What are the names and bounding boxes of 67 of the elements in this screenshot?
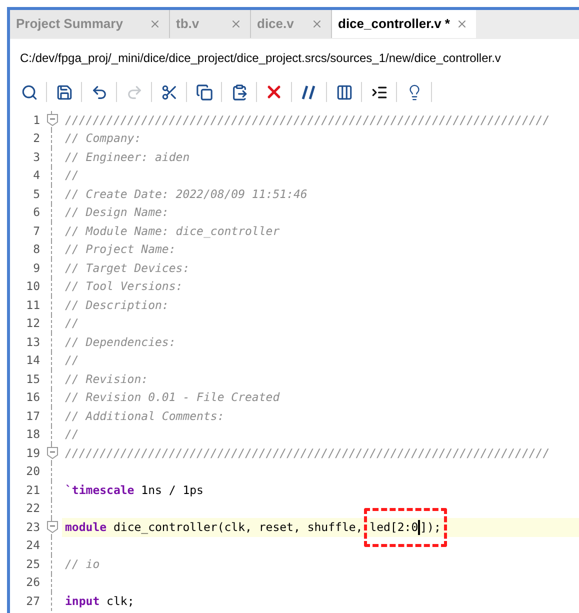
code-comment: // Dependencies: bbox=[65, 334, 176, 349]
code-comment: ////////////////////////////////////////////////////////////////////// bbox=[65, 446, 550, 460]
code-comment: // bbox=[65, 353, 79, 368]
editor-tab[interactable]: dice_controller.v * bbox=[332, 10, 476, 38]
code-text: 1ns / 1ps bbox=[140, 482, 204, 497]
code-comment: // Company: bbox=[65, 131, 142, 146]
line-number: 9 bbox=[32, 260, 41, 277]
line-number: 7 bbox=[32, 222, 41, 240]
code-comment: // bbox=[65, 427, 79, 442]
line-number: 6 bbox=[32, 204, 41, 222]
editor-tab[interactable]: Project Summary bbox=[10, 10, 170, 38]
line-number: 12 bbox=[25, 315, 41, 332]
line-number: 1 bbox=[32, 112, 41, 129]
code-comment: ////////////////////////////////////////////////////////////////////// bbox=[65, 112, 550, 127]
code-comment: // Module Name: dice_controller bbox=[65, 224, 280, 238]
line-number: 5 bbox=[32, 186, 41, 203]
line-number: 20 bbox=[25, 463, 41, 480]
line-number: 17 bbox=[25, 408, 41, 425]
code-comment: // Additional Comments: bbox=[65, 408, 224, 423]
code-comment: // Description: bbox=[65, 298, 169, 312]
line-number: 26 bbox=[25, 574, 41, 592]
fold-icon[interactable] bbox=[46, 114, 58, 126]
line-number: 27 bbox=[25, 592, 41, 610]
code-keyword: `timescale bbox=[65, 482, 134, 497]
code-comment: // Create Date: 2022/08/09 11:51:46 bbox=[65, 186, 308, 201]
file-path: C:/dev/fpga_proj/_mini/dice/dice_project/dice_project.srcs/sources_1/new/dice_controller.v bbox=[19, 50, 502, 67]
line-number: 10 bbox=[25, 278, 41, 296]
code-text: led[2:0 bbox=[370, 520, 418, 534]
code-comment: // bbox=[65, 168, 79, 182]
code-comment: // Project Name: bbox=[65, 242, 176, 256]
code-comment: // io bbox=[65, 556, 100, 571]
code-comment: // Engineer: aiden bbox=[65, 150, 190, 164]
editor-tab[interactable]: tb.v bbox=[170, 10, 251, 38]
close-icon[interactable] bbox=[456, 18, 468, 30]
close-icon[interactable] bbox=[230, 18, 242, 30]
editor-tab[interactable]: dice.v bbox=[251, 10, 332, 38]
code-keyword: module bbox=[65, 520, 107, 534]
line-number: 13 bbox=[25, 334, 41, 351]
line-number: 22 bbox=[25, 500, 41, 518]
code-comment: // Revision 0.01 - File Created bbox=[65, 390, 280, 404]
code-comment: // Design Name: bbox=[65, 205, 169, 220]
line-number: 24 bbox=[25, 537, 41, 554]
line-number: 14 bbox=[25, 352, 41, 370]
code-text: dice_controller(clk, reset, shuffle, bbox=[112, 520, 364, 534]
code-keyword: input bbox=[65, 594, 100, 608]
line-number: 4 bbox=[32, 167, 41, 184]
line-number: 16 bbox=[25, 389, 41, 406]
line-number: 21 bbox=[25, 482, 41, 499]
line-number: 19 bbox=[25, 444, 41, 462]
code-comment: // Tool Versions: bbox=[65, 279, 183, 294]
code-text: ]); bbox=[420, 520, 441, 534]
code-comment: // Revision: bbox=[65, 372, 148, 386]
line-number: 11 bbox=[25, 296, 41, 314]
close-icon[interactable] bbox=[149, 18, 161, 30]
code-text: clk; bbox=[106, 594, 134, 608]
line-number: 18 bbox=[25, 426, 41, 444]
close-icon[interactable] bbox=[311, 18, 323, 30]
line-number: 15 bbox=[25, 370, 41, 388]
line-number: 2 bbox=[32, 130, 41, 148]
line-number: 25 bbox=[25, 556, 41, 573]
line-number: 8 bbox=[32, 241, 41, 258]
code-comment: // Target Devices: bbox=[65, 260, 190, 275]
code-comment: // bbox=[65, 316, 79, 330]
fold-icon[interactable] bbox=[46, 447, 58, 460]
line-number: 23 bbox=[25, 518, 41, 536]
fold-icon[interactable] bbox=[46, 521, 58, 534]
line-number: 3 bbox=[32, 148, 41, 166]
